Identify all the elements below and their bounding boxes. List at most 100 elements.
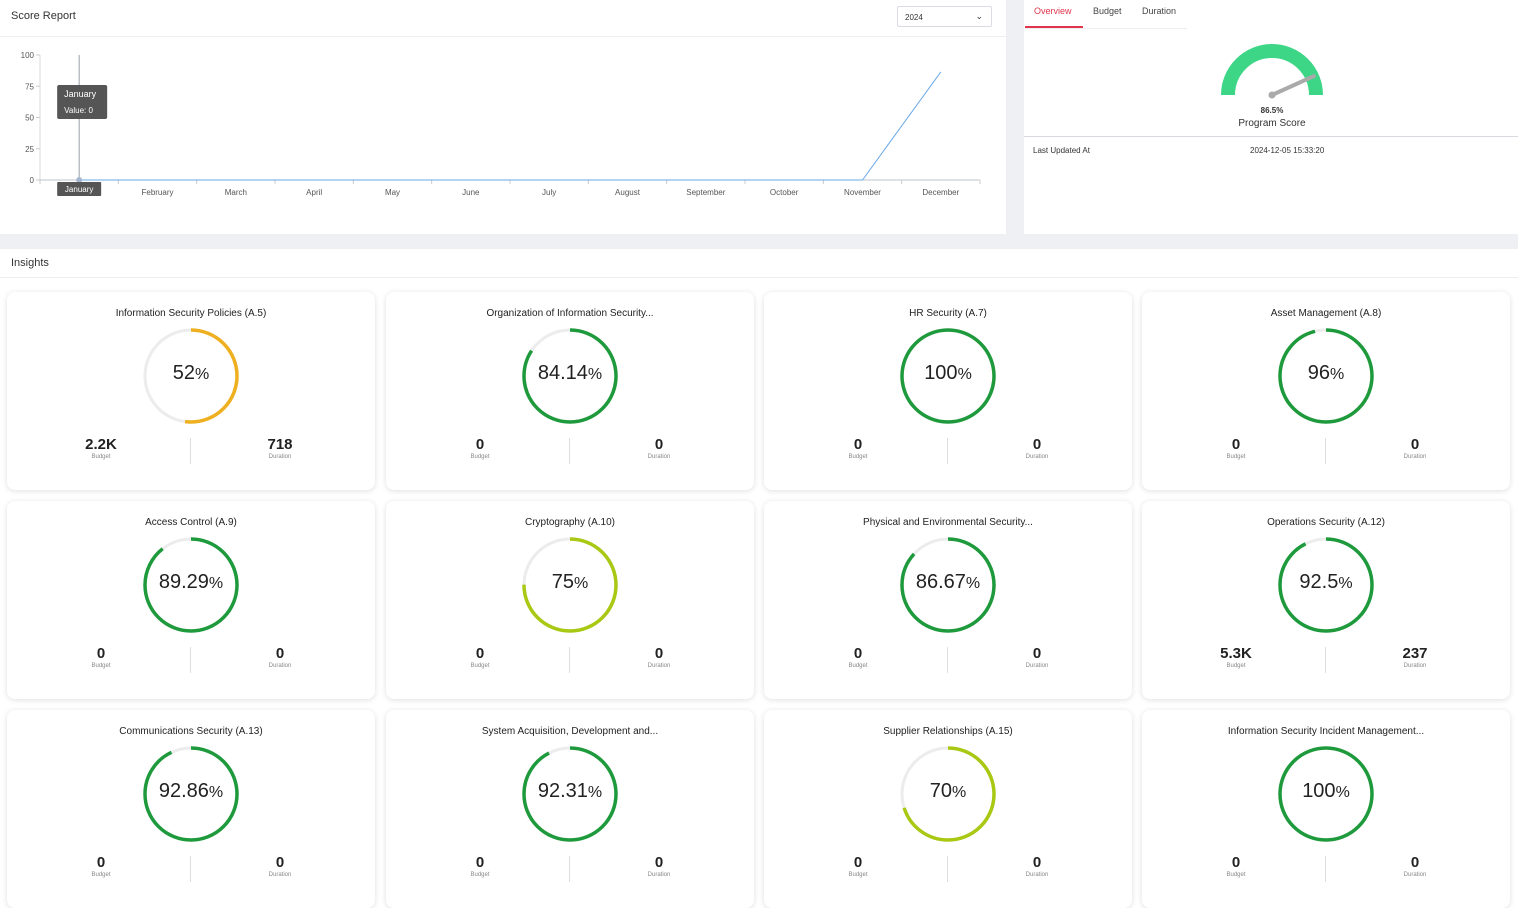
insight-score: 52%: [131, 362, 251, 385]
duration-label: Duration: [268, 872, 292, 878]
insight-card-title: Information Security Incident Management…: [1227, 726, 1425, 737]
x-tick-label: November: [844, 188, 881, 197]
duration-value: 0: [275, 645, 285, 662]
y-tick-label: 50: [25, 114, 34, 123]
duration-value: 0: [1032, 645, 1042, 662]
tab-budget[interactable]: Budget: [1093, 6, 1122, 28]
insight-card-title: Information Security Policies (A.5): [115, 308, 267, 319]
insight-card[interactable]: Communications Security (A.13) 92.86% 0 Bud…: [7, 710, 375, 908]
duration-label: Duration: [1025, 872, 1049, 878]
x-tick-label: April: [306, 188, 322, 197]
budget-label: Budget: [1226, 872, 1246, 878]
percent-sign: %: [1338, 575, 1353, 592]
budget-label: Budget: [470, 454, 490, 460]
score-line-chart[interactable]: 0 25 50 75 100 February March April May June July A…: [0, 40, 1000, 200]
insight-card[interactable]: System Acquisition, Development and... 92…: [386, 710, 754, 908]
budget-value: 0: [475, 436, 485, 453]
insight-card[interactable]: Operations Security (A.12) 92.5% 5.3K Budge…: [1142, 501, 1510, 699]
year-select[interactable]: 2024 ⌄: [897, 6, 992, 27]
insight-score: 92.5%: [1266, 571, 1386, 594]
insight-score: 89.29%: [131, 571, 251, 594]
tab-overview[interactable]: Overview: [1034, 6, 1072, 28]
insight-card[interactable]: HR Security (A.7) 100% 0 Budget 0 Duration: [764, 292, 1132, 490]
duration-value: 0: [654, 854, 664, 871]
budget-label: Budget: [848, 872, 868, 878]
y-tick-label: 100: [21, 51, 35, 60]
last-updated-value: 2024-12-05 15:33:20: [1250, 146, 1325, 155]
insight-card-title: Cryptography (A.10): [524, 517, 616, 528]
insight-score: 86.67%: [888, 571, 1008, 594]
insight-card[interactable]: Asset Management (A.8) 96% 0 Budget 0 Duratio…: [1142, 292, 1510, 490]
insight-card[interactable]: Cryptography (A.10) 75% 0 Budget 0 Duration: [386, 501, 754, 699]
budget-label: Budget: [848, 454, 868, 460]
insight-score-value: 52: [172, 362, 195, 384]
stat-divider: [947, 647, 948, 673]
insight-card-title: Operations Security (A.12): [1267, 517, 1385, 528]
duration-label: Duration: [647, 454, 671, 460]
percent-sign: %: [1330, 366, 1345, 383]
percent-sign: %: [587, 784, 603, 801]
budget-label: Budget: [91, 872, 111, 878]
budget-value: 0: [1231, 436, 1241, 453]
insight-score-value: 96: [1307, 362, 1330, 384]
program-score-gauge: [1221, 44, 1323, 99]
budget-value: 0: [475, 854, 485, 871]
budget-value: 0: [96, 645, 106, 662]
duration-label: Duration: [1025, 663, 1049, 669]
x-tick-label: March: [225, 188, 247, 197]
duration-value: 0: [275, 854, 285, 871]
budget-value: 5.3K: [1220, 645, 1252, 662]
gauge-needle: [1270, 74, 1316, 97]
x-tick-label: December: [922, 188, 959, 197]
stat-divider: [569, 856, 570, 882]
y-tick-label: 0: [30, 176, 35, 185]
insight-card[interactable]: Physical and Environmental Security... 86…: [764, 501, 1132, 699]
insight-card[interactable]: Organization of Information Security... 8…: [386, 292, 754, 490]
chevron-down-icon: ⌄: [975, 11, 983, 21]
insight-card-title: System Acquisition, Development and...: [481, 726, 659, 737]
insight-score-value: 86.67: [915, 571, 966, 593]
insight-score-value: 92.31: [537, 780, 588, 802]
insight-card[interactable]: Access Control (A.9) 89.29% 0 Budget 0 Durati…: [7, 501, 375, 699]
insight-card-title: Communications Security (A.13): [119, 726, 263, 737]
percent-sign: %: [1335, 784, 1350, 801]
insight-score: 100%: [1266, 780, 1386, 803]
stat-divider: [1325, 647, 1326, 673]
insight-score-value: 100: [924, 362, 958, 384]
insight-score-value: 84.14: [537, 362, 588, 384]
insight-score: 96%: [1266, 362, 1386, 385]
budget-label: Budget: [91, 663, 111, 669]
duration-value: 0: [654, 436, 664, 453]
program-score-panel: [1024, 0, 1518, 234]
duration-label: Duration: [647, 872, 671, 878]
x-tick-label: May: [385, 188, 400, 197]
duration-value: 0: [1410, 436, 1420, 453]
budget-label: Budget: [1226, 454, 1246, 460]
duration-label: Duration: [1025, 454, 1049, 460]
tab-duration[interactable]: Duration: [1142, 6, 1176, 28]
score-report-panel: Score Report 2024 ⌄ 0 25 50 75 100 February Ma…: [0, 0, 1006, 234]
duration-value: 0: [1032, 436, 1042, 453]
series-line: [79, 71, 942, 181]
insight-card[interactable]: Supplier Relationships (A.15) 70% 0 Budget 0…: [764, 710, 1132, 908]
stat-divider: [947, 438, 948, 464]
insight-score: 70%: [888, 780, 1008, 803]
x-tick-label: October: [770, 188, 799, 197]
duration-label: Duration: [268, 454, 292, 460]
stat-divider: [1325, 856, 1326, 882]
insight-score: 100%: [888, 362, 1008, 385]
budget-label: Budget: [470, 872, 490, 878]
y-tick-label: 25: [25, 145, 34, 154]
insight-card-title: Asset Management (A.8): [1270, 308, 1382, 319]
duration-label: Duration: [268, 663, 292, 669]
insight-card-title: Organization of Information Security...: [486, 308, 654, 319]
chart-tooltip-value: Value: 0: [64, 106, 93, 115]
insight-card[interactable]: Information Security Policies (A.5) 52% 2.…: [7, 292, 375, 490]
stat-divider: [190, 438, 191, 464]
insight-card-title: Access Control (A.9): [145, 517, 237, 528]
duration-label: Duration: [1403, 663, 1427, 669]
budget-label: Budget: [1226, 663, 1246, 669]
stat-divider: [569, 647, 570, 673]
insight-score: 75%: [510, 571, 630, 594]
insight-card[interactable]: Information Security Incident Management…: [1142, 710, 1510, 908]
